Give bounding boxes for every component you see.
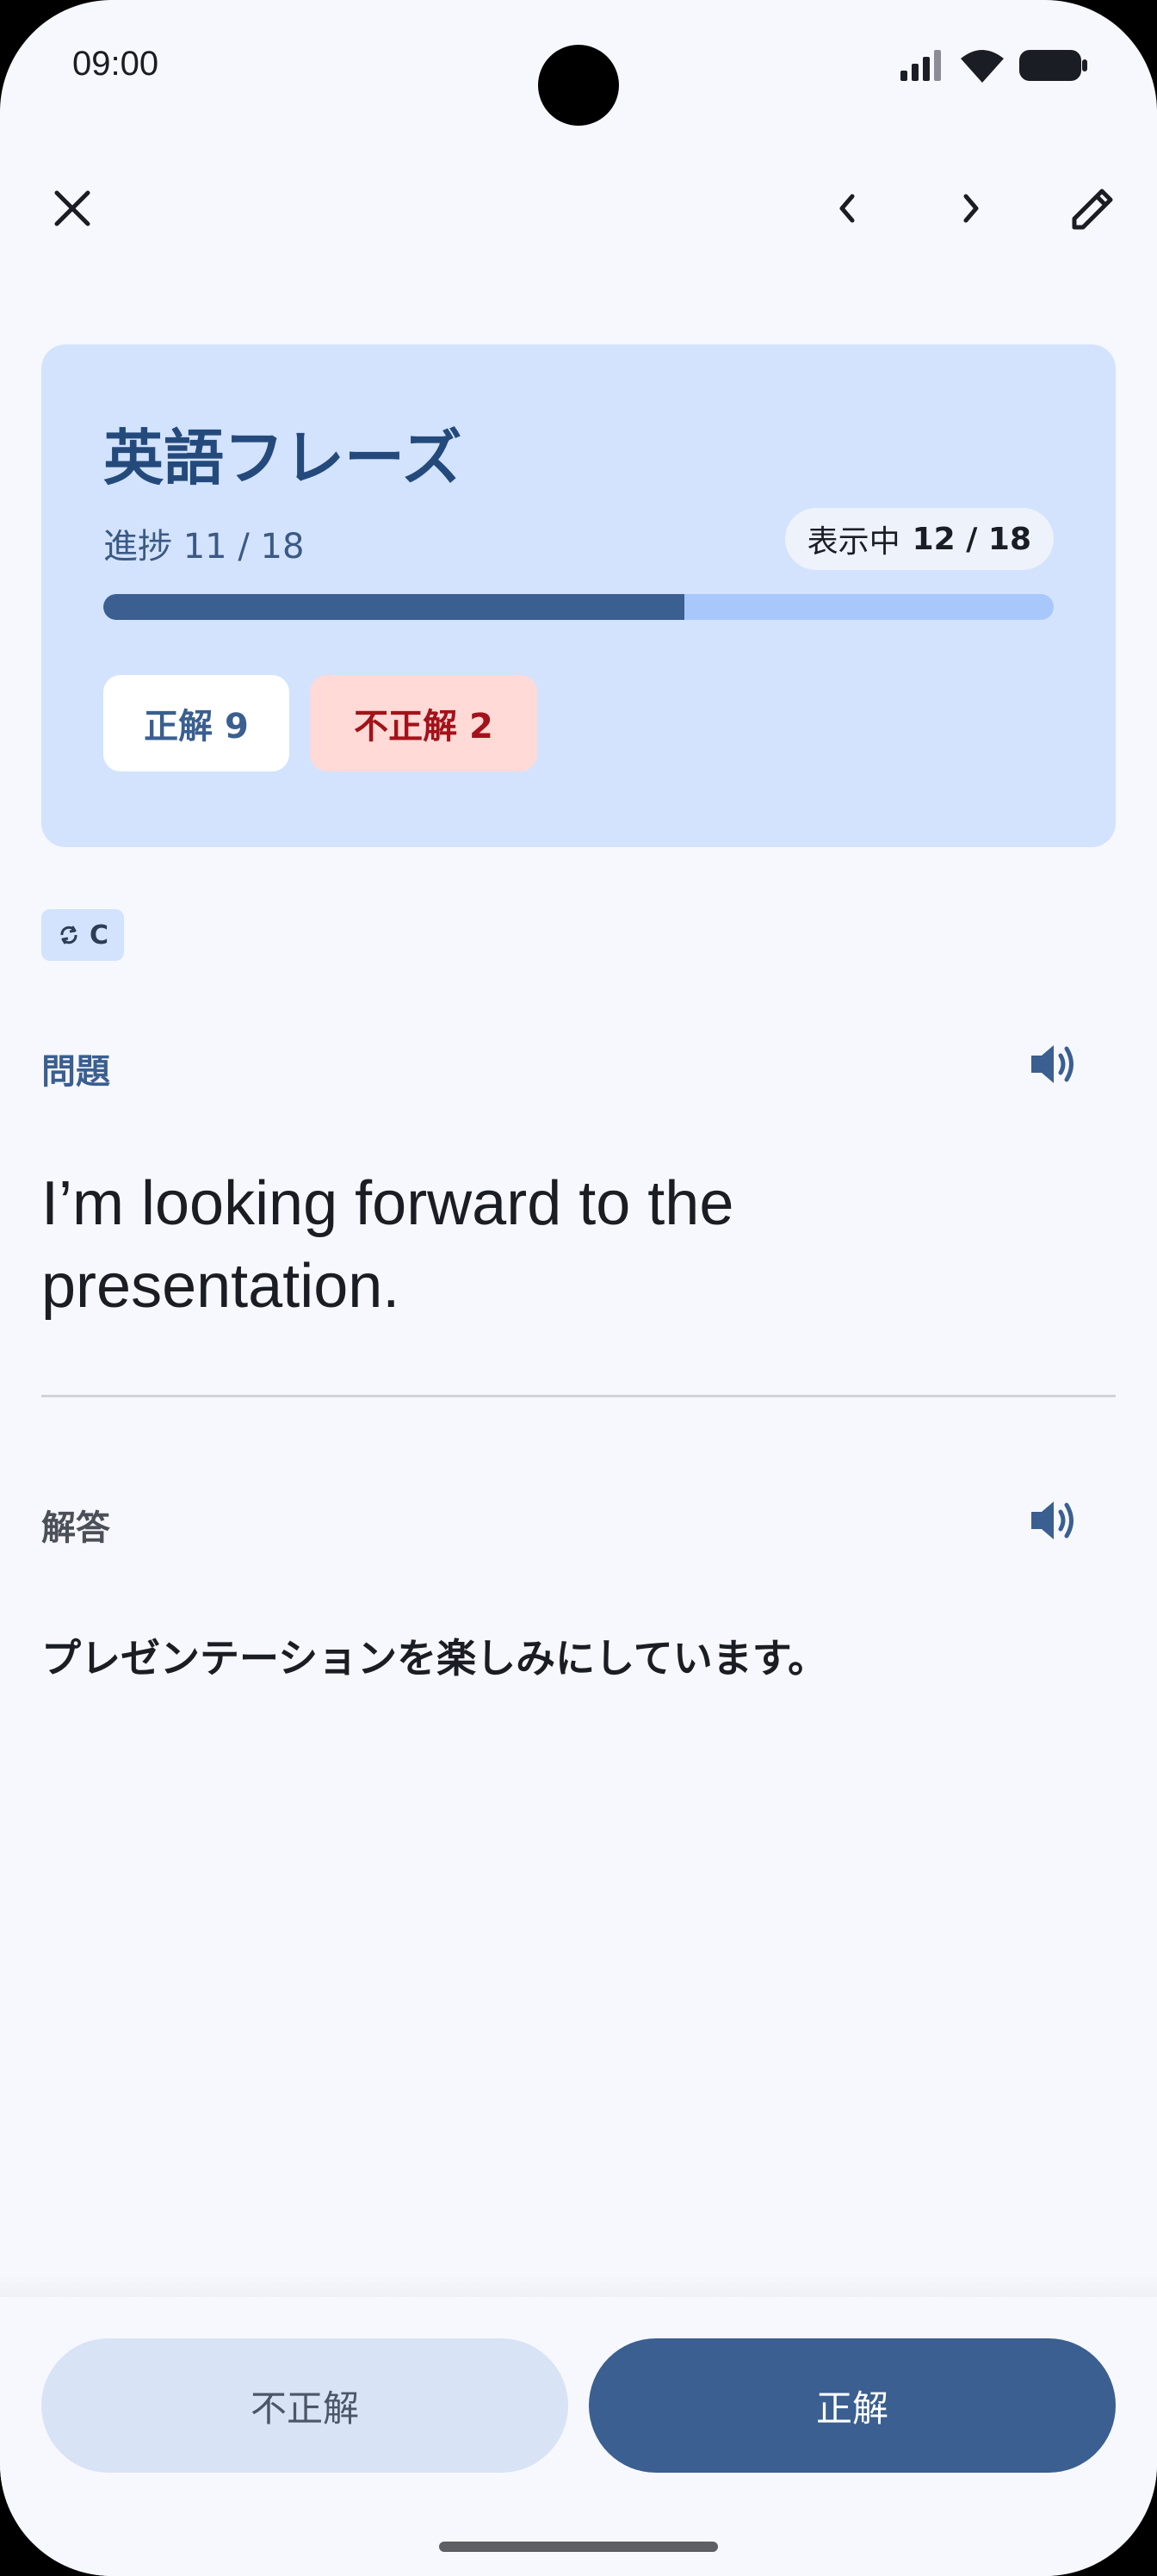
wrong-count-chip: 不正解 2 — [310, 675, 537, 771]
mark-correct-button[interactable]: 正解 — [589, 2338, 1116, 2473]
status-icons — [900, 48, 1088, 83]
camera-cutout — [538, 45, 619, 126]
answer-speak-button[interactable] — [1019, 1486, 1088, 1555]
deck-progress-card: 英語フレーズ 進捗 11 / 18 表示中 12 / 18 正解 9 不正解 2 — [41, 344, 1116, 847]
showing-pill: 表示中 12 / 18 — [784, 508, 1054, 570]
answer-text: プレゼンテーションを楽しみにしています。 — [41, 1635, 828, 1681]
mark-wrong-button[interactable]: 不正解 — [41, 2338, 568, 2473]
question-speak-button[interactable] — [1019, 1030, 1088, 1099]
close-button[interactable] — [38, 174, 107, 243]
review-tag: C — [41, 909, 124, 961]
chevron-left-icon — [839, 194, 855, 223]
deck-title: 英語フレーズ — [103, 423, 462, 493]
repeat-icon — [60, 926, 77, 944]
tag-label: C — [89, 920, 109, 951]
progress-bar-fill — [103, 594, 684, 620]
bottom-bar-shadow — [0, 2273, 1157, 2299]
edit-button[interactable] — [1059, 174, 1128, 243]
edit-pencil-icon — [1072, 189, 1113, 230]
battery-icon — [1019, 50, 1087, 81]
wifi-icon — [961, 50, 1004, 83]
progress-bar — [103, 594, 1054, 620]
divider — [41, 1395, 1116, 1397]
showing-label: 表示中 — [807, 524, 900, 560]
progress-label: 進捗 11 / 18 — [103, 527, 305, 567]
status-time: 09:00 — [72, 45, 159, 83]
chevron-right-icon — [963, 194, 979, 223]
previous-button[interactable] — [813, 174, 882, 243]
speaker-icon — [1031, 1502, 1073, 1539]
home-indicator[interactable] — [439, 2542, 718, 2552]
signal-icon — [900, 50, 941, 81]
speaker-icon — [1031, 1045, 1073, 1083]
close-icon — [54, 190, 90, 226]
answer-label: 解答 — [41, 1508, 110, 1548]
showing-value: 12 / 18 — [912, 521, 1031, 557]
correct-count-chip: 正解 9 — [103, 675, 289, 771]
app-screen: 09:00 英語フレーズ 進捗 11 / 18 表示中 12 / 18 正解 9… — [0, 0, 1157, 2576]
question-text: I’m looking forward to the presentation. — [41, 1169, 734, 1321]
next-button[interactable] — [937, 174, 1005, 243]
question-label: 問題 — [41, 1052, 110, 1092]
